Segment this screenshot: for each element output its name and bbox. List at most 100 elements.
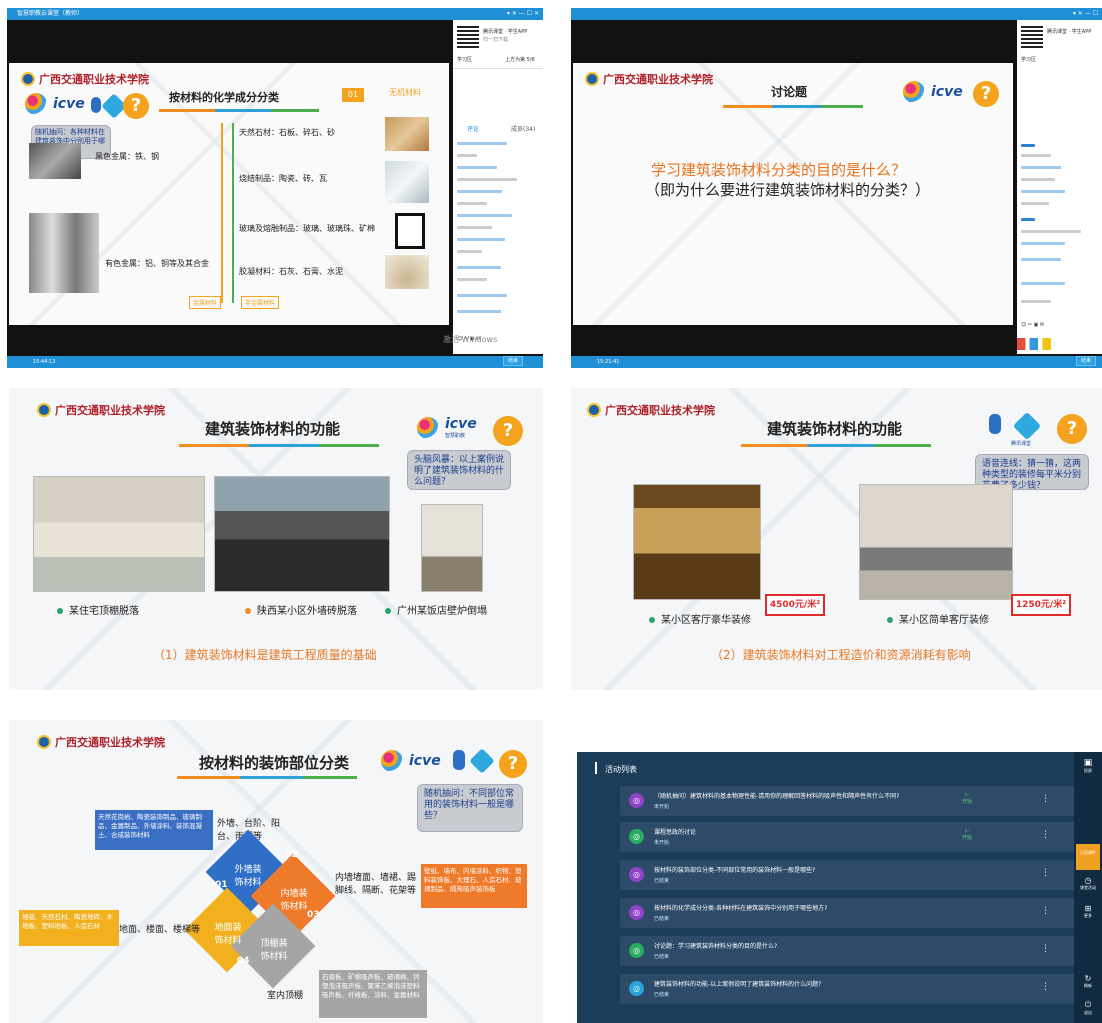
title-underline [159,109,319,112]
title-underline [177,776,357,779]
msg-line [1021,230,1081,233]
more-icon[interactable]: ⋮ [1041,794,1050,804]
more-icon[interactable]: ⋮ [1041,982,1050,992]
side-title: 腾讯课堂 · 学生APP [483,29,528,35]
item-glass: 玻璃及熔融制品：玻璃、玻璃珠、矿棉 [239,224,375,233]
diamond-02-label: 内墙装饰材料 [280,889,308,912]
caption-2: 陕西某小区外墙砖脱落 [245,602,357,617]
msg-line [457,166,497,169]
activity-type-icon: ◎ [629,867,644,882]
slide-title: 讨论题 [771,85,808,99]
clock: 15:44:13 [33,359,56,365]
diamond-01-label: 外墙装饰材料 [234,865,262,888]
steel-image [29,143,81,179]
activity-title: 建筑装饰材料的功能-以上案例说明了建筑装饰材料的什么问题? [654,981,822,988]
more-icon[interactable]: ⋮ [1041,868,1050,878]
start-button[interactable]: ▷ 开始 [962,792,972,805]
activity-header: 活动列表 [605,765,637,774]
activity-status: 已结束 [654,954,670,960]
more-icon[interactable]: ⋮ [1041,944,1050,954]
slide-title: 建筑装饰材料的功能 [767,420,903,438]
windows-watermark: 激活 Windows [443,335,498,344]
right-toolbar: ▣ 投屏 已读课件 ◷ 课堂活动 ⊞ 更多 ↻ 刷新 ⏻ 退出 [1074,752,1102,1023]
more-grid-icon: ⊞ [1084,904,1092,913]
fireplace-photo [421,504,483,592]
msg-line [1021,242,1065,245]
window-controls[interactable]: ▾ ✕ — ☐ [1073,8,1098,20]
icve-text: icve [445,416,477,432]
activity-status: 已结束 [654,992,670,998]
msg-line [1021,258,1061,261]
school-logo: 广西交通职业技术学院 [37,734,165,750]
tag-metal: 金属材料 [189,296,222,309]
side-panel: 腾讯课堂 · 学生APP 扫一扫下载 学习区 上方为第 5/6 评论 成员(34… [453,20,543,354]
activity-icon: ◷ [1084,876,1092,885]
activity-type-icon: ◎ [629,943,644,958]
window-titlebar: 智慧职教云课堂（教师） ▾ ✕ — ☐ ✕ [7,8,543,20]
question-icon: ? [973,81,999,107]
pos-floor: 地面、楼面、楼梯等 [119,925,201,935]
msg-line [457,266,501,269]
activity-row[interactable]: ◎ （随机抽问）建筑材料的基本物理性能-请用你的理解回答材料的吸声性和隔声性有什… [620,786,1094,816]
activity-row[interactable]: ◎ 课程思政的讨论 未开始 ▷ 开始 ⋮ [620,822,1094,852]
cast-button[interactable]: ▣ 投屏 [1076,758,1100,774]
icve-logo: icve [25,93,85,115]
more-icon[interactable]: ⋮ [1041,906,1050,916]
side-section: 学习区 [1021,57,1037,63]
refresh-icon: ↻ [1084,974,1092,983]
msg-line [457,294,507,297]
msg-line [1021,144,1035,147]
clock: 15:21:41 [597,359,620,365]
luxury-room-photo [633,484,761,600]
side-tools[interactable]: ☺ ✂ ▣ ✉ [1021,322,1044,328]
school-name: 广西交通职业技术学院 [55,736,165,749]
tab-members[interactable]: 成员(34) [511,124,535,133]
tencent-icon [469,748,495,774]
conclusion: （2）建筑装饰材料对工程造价和资源消耗有影响 [711,648,971,662]
tab-comments[interactable]: 评论 [467,124,479,133]
taskbar: 15:44:13 结束 [7,356,543,368]
slide-title: 按材料的化学成分分类 [169,91,279,104]
brainstorm-bubble: 头脑风暴：以上案例说明了建筑装饰材料的什么问题？ [407,450,511,490]
question-icon: ? [499,750,527,778]
window-title: 智慧职教云课堂（教师） [17,10,84,17]
ceiling-photo [33,476,205,592]
activity-row[interactable]: ◎ 按材料的化学成分分类-各种材料在建筑装饰中分别用于哪些地方? 已结束 ⋮ [620,898,1094,928]
msg-line [457,310,501,313]
msg-line [457,250,482,253]
tag-nonmetal: 非金属材料 [241,296,280,309]
side-panel: 腾讯课堂 · 学生APP 学习区 ☺ ✂ ▣ ✉ [1017,20,1102,354]
mic-icon [453,750,465,770]
activity-type-icon: ◎ [629,829,644,844]
stone-image [385,117,429,151]
msg-line [1021,300,1051,303]
activity-row[interactable]: ◎ 按材料的装饰部位分类-不同部位常用的装饰材料一般是哪些? 已结束 ⋮ [620,860,1094,890]
more-button[interactable]: ⊞ 更多 [1076,904,1100,919]
activity-title: （随机抽问）建筑材料的基本物理性能-请用你的理解回答材料的吸声性和隔声性有什么不… [654,793,900,800]
slide-discussion: 广西交通职业技术学院 讨论题 icve ? 学习建筑装饰材料分类的目的是什么？ … [573,63,1013,325]
qr-code [1021,26,1043,48]
conclusion: （1）建筑装饰材料是建筑工程质量的基础 [153,648,377,662]
question-icon: ? [493,416,523,446]
window-controls[interactable]: ▾ ✕ — ☐ ✕ [507,8,539,20]
activity-row[interactable]: ◎ 讨论题：学习建筑装饰材料分类的目的是什么? 已结束 ⋮ [620,936,1094,966]
diamond-01-num: 01 [215,880,228,890]
refresh-button[interactable]: ↻ 刷新 [1076,974,1100,989]
yellow-material-box: 地毯、天然石材、陶瓷地砖、木地板、塑料地板、人造石材 [19,910,119,946]
end-button[interactable]: 结束 [502,356,523,366]
start-button[interactable]: ▷ 开始 [962,828,972,841]
activities-button[interactable]: ◷ 课堂活动 [1076,876,1100,891]
msg-line [1021,218,1035,221]
activity-row[interactable]: ◎ 建筑装饰材料的功能-以上案例说明了建筑装饰材料的什么问题? 已结束 ⋮ [620,974,1094,1004]
blue-material-box: 天然花岗岩、陶瓷装饰制品、玻璃制品、金属制品、外墙涂料、装饰混凝土、合成装饰材料 [95,810,213,850]
icve-sub: 智慧职教 [445,433,466,439]
courseware-button[interactable]: 已读课件 [1076,844,1100,870]
diamond-03-num: 03 [307,910,320,920]
divider-right [232,123,234,303]
end-button[interactable]: 结束 [1075,356,1096,366]
activity-title: 课程思政的讨论 [654,829,697,836]
more-icon[interactable]: ⋮ [1041,830,1050,840]
taskbar: 15:21:41 结束 [571,356,1102,368]
exit-button[interactable]: ⏻ 退出 [1076,1000,1100,1016]
metal-black: 黑色金属：铁、钢 [95,152,159,161]
